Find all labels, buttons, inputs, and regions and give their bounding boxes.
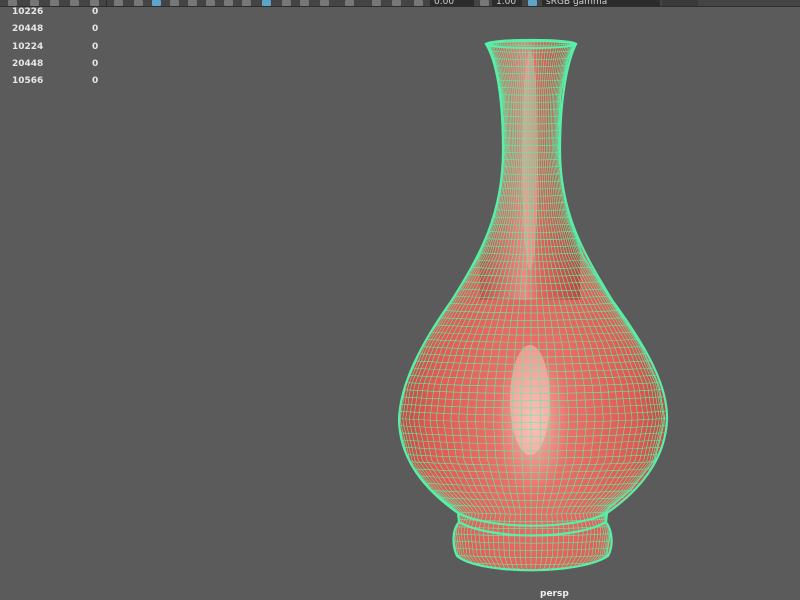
- camera-name-label: persp: [540, 589, 569, 599]
- hud-row: 20448 0: [12, 56, 122, 73]
- hud-row: 10224 0: [12, 39, 122, 56]
- hud-value: 20448: [12, 58, 44, 69]
- smooth-shade-icon[interactable]: [134, 0, 143, 6]
- gamma-icon[interactable]: [372, 0, 381, 6]
- hud-row: 20448 0: [12, 21, 122, 38]
- hud-value: 10224: [12, 41, 44, 52]
- hud-row: 10226 0: [12, 4, 122, 21]
- view-transform-icon[interactable]: [392, 0, 401, 6]
- gamma-toggle-icon[interactable]: [480, 0, 489, 6]
- toolbar-overflow[interactable]: [662, 0, 698, 6]
- hud-value: 20448: [12, 24, 44, 35]
- hud-value: 10226: [12, 7, 44, 17]
- shadows-icon[interactable]: [206, 0, 215, 6]
- exposure-toggle-icon[interactable]: [414, 0, 423, 6]
- gamma-field[interactable]: 1.00: [492, 0, 522, 6]
- color-management-dropdown[interactable]: sRGB gamma: [542, 0, 660, 6]
- hud-value: 10566: [12, 76, 44, 87]
- textured-icon[interactable]: [170, 0, 179, 6]
- hud-secondary: 0: [92, 24, 99, 35]
- hud-row: 10566 0: [12, 73, 122, 90]
- hud-secondary: 0: [92, 58, 99, 69]
- hud-secondary: 0: [92, 76, 99, 87]
- poly-count-hud: 10226 0 20448 0 10224 0 20448 0 10566 0: [12, 4, 122, 90]
- ambient-occlusion-icon[interactable]: [224, 0, 233, 6]
- xray-components-icon[interactable]: [320, 0, 329, 6]
- exposure-field[interactable]: 0.00: [430, 0, 474, 6]
- isolate-select-icon[interactable]: [262, 0, 271, 6]
- wireframe-on-shaded-icon[interactable]: [152, 0, 161, 6]
- color-management-icon[interactable]: [528, 0, 537, 6]
- xray-icon[interactable]: [282, 0, 291, 6]
- motion-blur-icon[interactable]: [242, 0, 251, 6]
- xray-joints-icon[interactable]: [300, 0, 309, 6]
- exposure-icon[interactable]: [345, 0, 354, 6]
- hud-secondary: 0: [92, 41, 99, 52]
- hud-secondary: 0: [92, 7, 99, 17]
- lights-icon[interactable]: [188, 0, 197, 6]
